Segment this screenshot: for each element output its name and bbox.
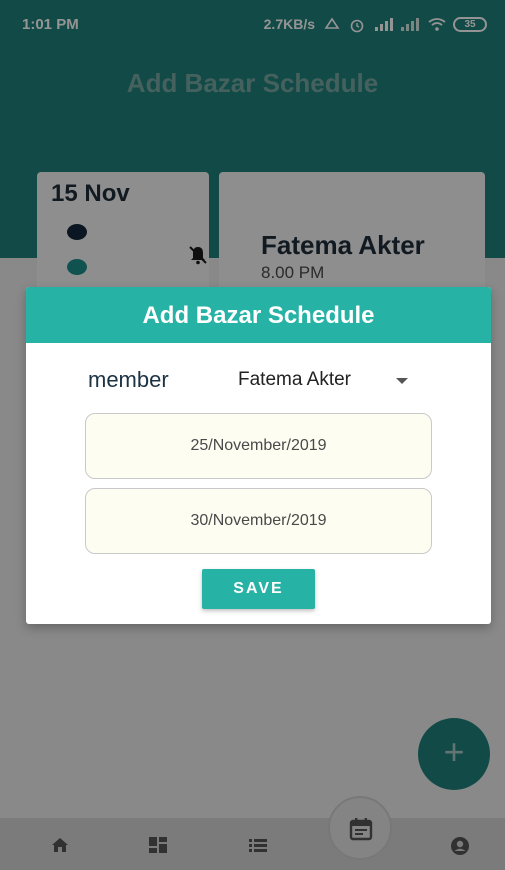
member-label: member [88,367,169,392]
end-date-field[interactable]: 30/November/2019 [85,488,432,554]
member-dropdown[interactable]: Fatema Akter [238,367,418,395]
add-schedule-dialog: Add Bazar Schedule member Fatema Akter 2… [26,287,491,624]
save-button[interactable]: SAVE [202,569,315,609]
dropdown-arrow-icon [396,378,408,384]
start-date-field[interactable]: 25/November/2019 [85,413,432,479]
dialog-title: Add Bazar Schedule [26,287,491,343]
member-selected-value: Fatema Akter [238,369,351,390]
